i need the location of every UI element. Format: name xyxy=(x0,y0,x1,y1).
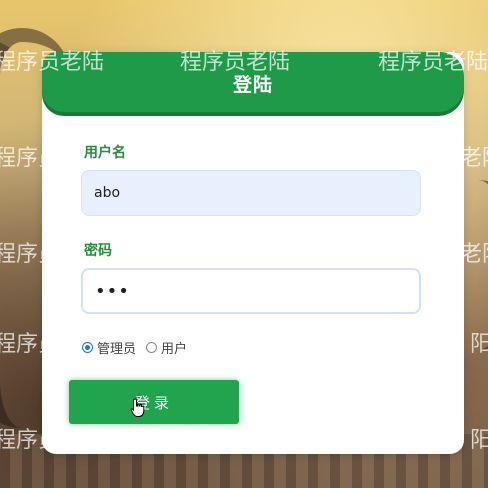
role-selector: 管理员 用户 xyxy=(82,338,197,357)
radio-admin[interactable] xyxy=(82,342,93,353)
role-option-user[interactable]: 用户 xyxy=(146,338,187,357)
role-user-label: 用户 xyxy=(161,342,188,357)
role-admin-label: 管理员 xyxy=(97,342,137,357)
username-value: abo xyxy=(94,185,121,201)
password-input[interactable]: ••• xyxy=(81,268,421,314)
password-value: ••• xyxy=(95,280,130,302)
login-button[interactable]: 登录 xyxy=(69,380,239,424)
watermark: 老陆 xyxy=(460,146,488,171)
login-page: 登陆 用户名 abo 密码 ••• 管理员 用户 登录 程序员老陆 程序员老陆 … xyxy=(0,0,488,488)
password-label: 密码 xyxy=(84,243,112,259)
hand-cursor-icon xyxy=(130,398,145,417)
username-label: 用户名 xyxy=(84,145,126,161)
role-option-admin[interactable]: 管理员 xyxy=(82,338,136,357)
login-header: 登陆 xyxy=(42,52,464,112)
page-title: 登陆 xyxy=(232,74,273,96)
username-input[interactable]: abo xyxy=(81,170,421,216)
radio-user[interactable] xyxy=(146,342,158,353)
